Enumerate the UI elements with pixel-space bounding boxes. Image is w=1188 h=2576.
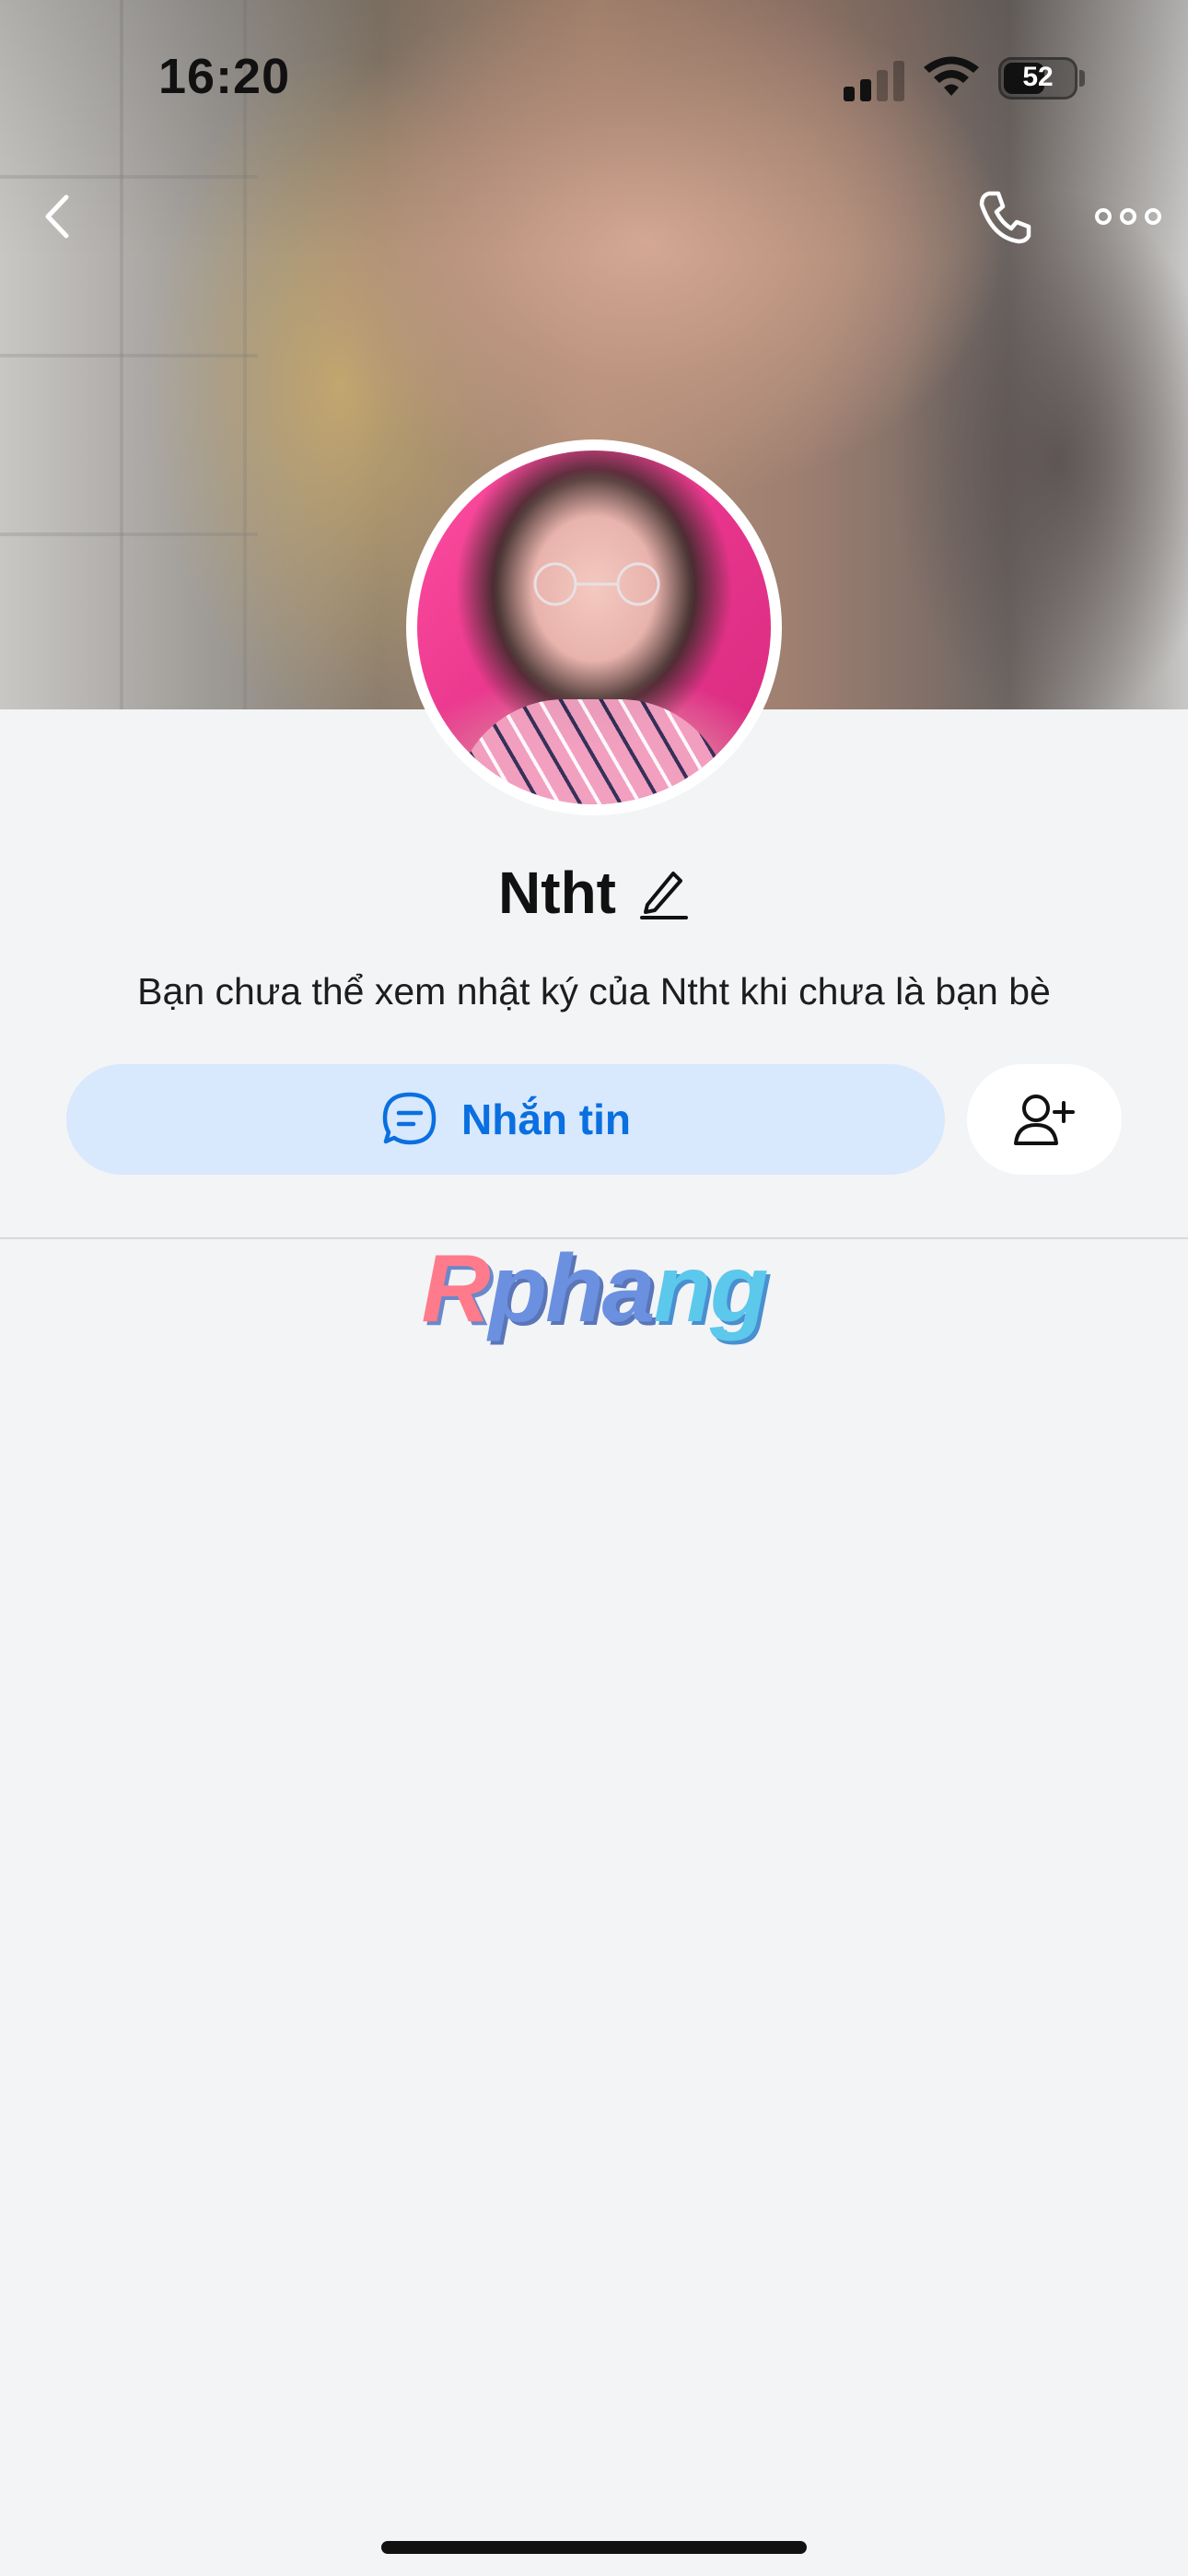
- wifi-icon: [924, 56, 979, 96]
- battery-icon: 52: [998, 57, 1077, 100]
- battery-tip: [1079, 70, 1085, 87]
- status-bar: 16:20 52: [0, 0, 1188, 157]
- chat-bubble-icon: [382, 1092, 437, 1145]
- add-friend-button[interactable]: [967, 1064, 1122, 1175]
- avatar-shirt: [454, 699, 730, 804]
- chevron-left-icon[interactable]: [35, 184, 81, 249]
- message-button-label: Nhắn tin: [461, 1095, 631, 1143]
- home-indicator[interactable]: [381, 2541, 807, 2554]
- phone-icon[interactable]: [973, 184, 1037, 249]
- watermark-part-2: pha: [488, 1235, 656, 1342]
- edit-pencil-icon[interactable]: [638, 864, 690, 921]
- profile-name: Ntht: [498, 860, 616, 926]
- status-time: 16:20: [158, 49, 291, 104]
- friendship-note: Bạn chưa thể xem nhật ký của Ntht khi ch…: [137, 970, 1051, 1013]
- avatar[interactable]: [417, 451, 771, 804]
- watermark-part-1: R: [421, 1235, 490, 1342]
- profile-name-row: Ntht: [0, 859, 1188, 927]
- add-friend-icon: [1014, 1095, 1075, 1145]
- battery-percentage: 52: [1022, 62, 1054, 92]
- avatar-ring[interactable]: [406, 439, 782, 815]
- avatar-glasses: [533, 562, 660, 606]
- message-button[interactable]: Nhắn tin: [66, 1064, 945, 1175]
- cellular-signal-icon: [840, 61, 904, 101]
- rphang-watermark: Rphang: [0, 1235, 1188, 1344]
- more-horizontal-icon[interactable]: [1094, 193, 1162, 240]
- watermark-part-3: ng: [653, 1235, 768, 1342]
